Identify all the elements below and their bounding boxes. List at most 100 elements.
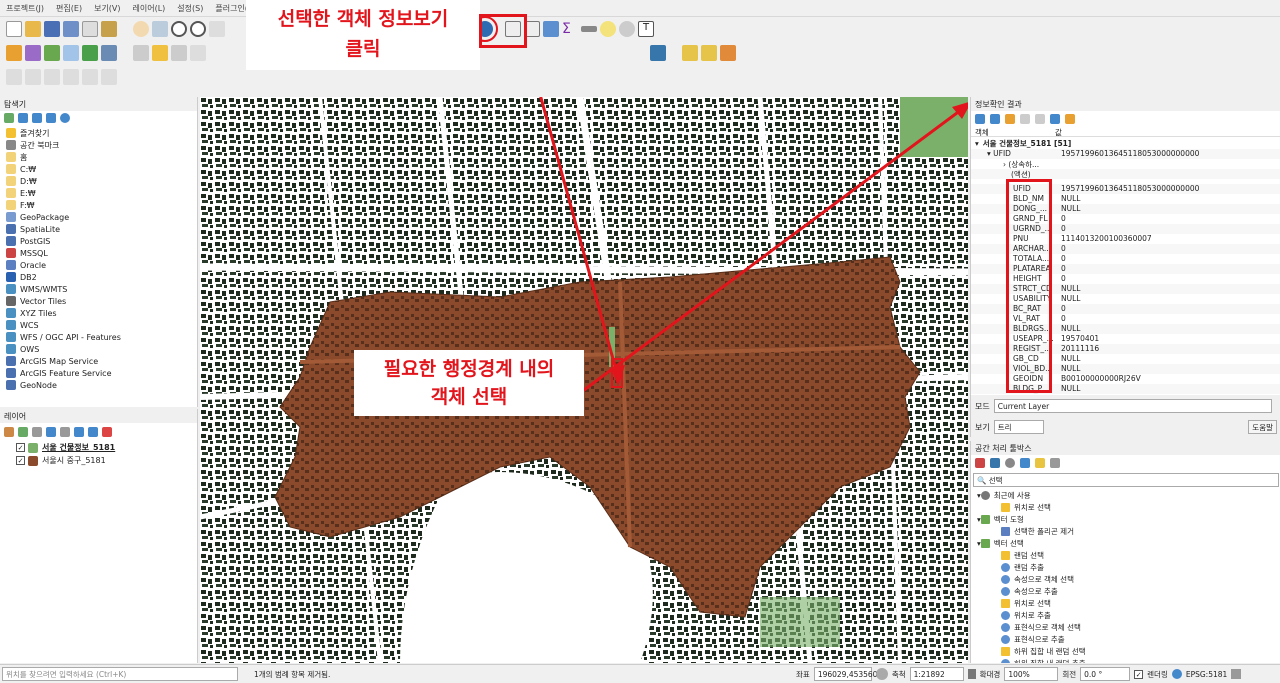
lock-icon[interactable] (967, 669, 976, 679)
processing-search-input[interactable]: 🔍 선택 (973, 473, 1279, 487)
collapse-icon[interactable] (88, 427, 98, 437)
zoom-in-icon[interactable] (171, 21, 187, 37)
processing-item[interactable]: ▾ 최근에 사용 (975, 489, 1280, 501)
processing-item[interactable]: 위치로 선택 (975, 597, 1280, 609)
save-project-icon[interactable] (44, 21, 60, 37)
crs-globe-icon[interactable] (1171, 669, 1182, 679)
processing-item[interactable]: 표현식으로 추출 (975, 633, 1280, 645)
remove-layer-icon[interactable] (102, 427, 112, 437)
crs-label[interactable]: EPSG:5181 (1186, 670, 1227, 679)
browser-item[interactable]: 공간 북마크 (6, 139, 197, 151)
browser-item[interactable]: OWS (6, 343, 197, 355)
add-group-icon[interactable] (18, 427, 28, 437)
browser-item[interactable]: MSSQL (6, 247, 197, 259)
statistics-sigma-icon[interactable]: Σ (562, 21, 578, 37)
layer-result-row[interactable]: ▾ 서울 건물정보_5181 [51] (971, 137, 1280, 149)
processing-item[interactable]: ▾ 벡터 도형 (975, 513, 1280, 525)
menu-item[interactable]: 보기(V) (88, 0, 126, 14)
processing-item[interactable]: 랜덤 추출 (975, 561, 1280, 573)
processing-item[interactable]: 하위 집합 내 랜덤 추출 (975, 657, 1280, 663)
refresh-icon[interactable] (18, 113, 28, 123)
magnifier-field[interactable]: 100% (1004, 667, 1059, 681)
add-vector-layer-icon[interactable] (44, 45, 60, 61)
scripts-icon[interactable] (990, 458, 1000, 468)
browser-item[interactable]: WMS/WMTS (6, 283, 197, 295)
view-select[interactable]: 트리 (993, 420, 1044, 434)
browser-item[interactable]: WCS (6, 319, 197, 331)
messages-icon[interactable] (1231, 669, 1242, 679)
help-button[interactable]: 도움말 (1248, 420, 1277, 434)
processing-item[interactable]: 위치로 추출 (975, 609, 1280, 621)
new-project-icon[interactable] (6, 21, 22, 37)
menu-item[interactable]: 편집(E) (50, 0, 88, 14)
rotation-field[interactable]: 0.0 ° (1080, 667, 1131, 681)
processing-item[interactable]: 랜덤 선택 (975, 549, 1280, 561)
clear-results-icon[interactable] (1020, 114, 1030, 124)
filter-icon[interactable] (46, 427, 56, 437)
style-manager-icon[interactable] (101, 21, 117, 37)
locator-search-input[interactable]: 위치를 찾으려면 입력하세요 (Ctrl+K) (2, 667, 238, 681)
menu-item[interactable]: 레이어(L) (127, 0, 172, 14)
pan-to-selection-icon[interactable] (152, 21, 168, 37)
add-icon[interactable] (4, 113, 14, 123)
render-checkbox[interactable]: ✓ (1134, 669, 1144, 679)
browser-item[interactable]: E:₩ (6, 187, 197, 199)
save-edits-icon[interactable] (171, 45, 187, 61)
pan-icon[interactable] (133, 21, 149, 37)
browser-item[interactable]: ArcGIS Map Service (6, 355, 197, 367)
select-by-expression-icon[interactable] (701, 45, 717, 61)
processing-item[interactable]: 속성으로 객체 선택 (975, 573, 1280, 585)
add-spatialite-icon[interactable] (82, 45, 98, 61)
scale-field[interactable]: 1:21892 (909, 667, 964, 681)
results-viewer-icon[interactable] (1020, 458, 1030, 468)
select-features-icon[interactable] (682, 45, 698, 61)
processing-item[interactable]: 표현식으로 객체 선택 (975, 621, 1280, 633)
processing-item[interactable]: 속성으로 추출 (975, 585, 1280, 597)
collapse-icon[interactable] (46, 113, 56, 123)
zoom-out-icon[interactable] (190, 21, 206, 37)
collapse-tree-icon[interactable] (990, 114, 1000, 124)
options-icon[interactable] (1050, 458, 1060, 468)
python-console-icon[interactable] (650, 45, 666, 61)
browser-item[interactable]: GeoPackage (6, 211, 197, 223)
browser-item[interactable]: PostGIS (6, 235, 197, 247)
more-tools-icon[interactable] (209, 21, 225, 37)
browser-item[interactable]: DB2 (6, 271, 197, 283)
coordinate-toggle-icon[interactable] (875, 668, 888, 680)
models-icon[interactable] (975, 458, 985, 468)
print-layout-icon[interactable] (82, 21, 98, 37)
eye-icon[interactable] (32, 427, 42, 437)
add-postgis-icon[interactable] (101, 45, 117, 61)
map-canvas[interactable] (200, 97, 968, 663)
browser-item[interactable]: D:₩ (6, 175, 197, 187)
style-icon[interactable] (4, 427, 14, 437)
digitize-icon[interactable] (190, 45, 206, 61)
browser-item[interactable]: XYZ Tiles (6, 307, 197, 319)
processing-item[interactable]: 위치로 선택 (975, 501, 1280, 513)
bookmark-gear-icon[interactable] (619, 21, 635, 37)
processing-item[interactable]: 선택한 폴리곤 제거 (975, 525, 1280, 537)
browser-item[interactable]: Vector Tiles (6, 295, 197, 307)
copy-icon[interactable] (1035, 114, 1045, 124)
expression-filter-icon[interactable] (60, 427, 70, 437)
print-icon[interactable] (1050, 114, 1060, 124)
add-raster-layer-icon[interactable] (63, 45, 79, 61)
mode-select[interactable]: Current Layer (993, 399, 1272, 413)
layer-item[interactable]: ✓ 서울시 중구_5181 (16, 454, 197, 467)
processing-gear-icon[interactable] (543, 21, 559, 37)
measure-icon[interactable] (581, 26, 597, 32)
layer-visibility-checkbox[interactable]: ✓ (16, 443, 25, 452)
browser-item[interactable]: ArcGIS Feature Service (6, 367, 197, 379)
select-feature-icon[interactable] (1005, 114, 1015, 124)
browser-item[interactable]: F:₩ (6, 199, 197, 211)
layer-item[interactable]: ✓ 서울 건물정보_5181 (16, 441, 197, 454)
identify-settings-icon[interactable] (1065, 114, 1075, 124)
expand-icon[interactable] (74, 427, 84, 437)
save-as-icon[interactable] (63, 21, 79, 37)
deselect-icon[interactable] (720, 45, 736, 61)
info-icon[interactable] (60, 113, 70, 123)
history-icon[interactable] (1005, 458, 1015, 468)
browser-item[interactable]: Oracle (6, 259, 197, 271)
browser-item[interactable]: C:₩ (6, 163, 197, 175)
menu-item[interactable]: 프로젝트(J) (0, 0, 50, 14)
